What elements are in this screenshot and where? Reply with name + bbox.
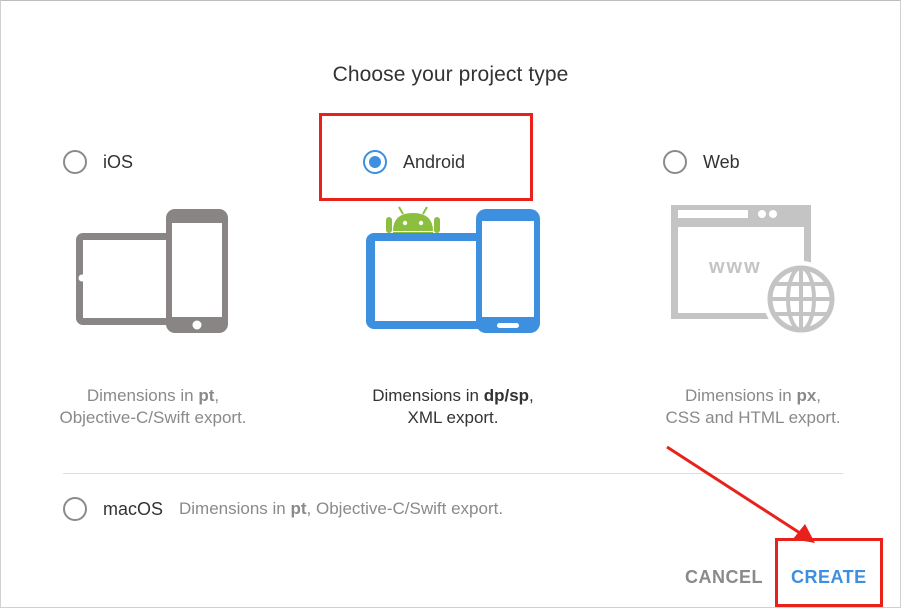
- dialog-title: Choose your project type: [332, 63, 569, 86]
- ios-devices-icon: [76, 209, 228, 333]
- web-radio[interactable]: [663, 150, 687, 174]
- macos-radio[interactable]: [63, 497, 87, 521]
- ios-radio[interactable]: [63, 150, 87, 174]
- ios-label[interactable]: iOS: [103, 152, 133, 173]
- web-browser-globe-icon: www: [671, 205, 839, 336]
- web-description: Dimensions in px, CSS and HTML export.: [665, 386, 841, 427]
- annotation-arrow-icon: [666, 445, 815, 543]
- android-description: Dimensions in dp/sp, XML export.: [372, 386, 534, 427]
- ios-description: Dimensions in pt, Objective-C/Swift expo…: [59, 386, 247, 427]
- web-label[interactable]: Web: [703, 152, 740, 173]
- cancel-button[interactable]: CANCEL: [685, 567, 763, 588]
- android-label[interactable]: Android: [403, 152, 465, 173]
- create-button[interactable]: CREATE: [791, 567, 867, 588]
- android-radio[interactable]: [363, 150, 387, 174]
- android-devices-icon: [366, 206, 540, 333]
- macos-label[interactable]: macOS: [103, 499, 163, 520]
- macos-description: Dimensions in pt, Objective-C/Swift expo…: [179, 499, 504, 518]
- browser-www-text: www: [708, 256, 762, 278]
